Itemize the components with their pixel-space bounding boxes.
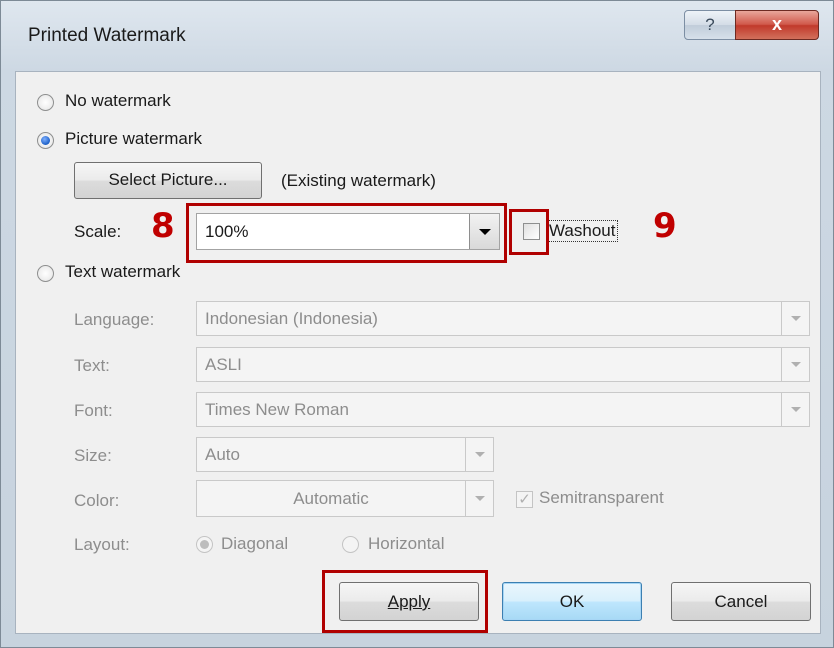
color-dropdown[interactable]: Automatic [196,480,494,517]
dialog-title: Printed Watermark [28,25,186,46]
picture-watermark-label[interactable]: Picture watermark [65,129,202,149]
existing-watermark-label: (Existing watermark) [281,171,436,190]
washout-highlight-box [509,209,549,255]
chevron-down-icon [465,438,493,471]
no-watermark-label[interactable]: No watermark [65,91,171,111]
text-value: ASLI [205,355,242,374]
language-value: Indonesian (Indonesia) [205,309,378,328]
washout-label[interactable]: Washout [546,220,619,242]
layout-horizontal-label[interactable]: Horizontal [368,534,445,554]
layout-horizontal-radio[interactable] [342,536,359,553]
size-label: Size: [74,446,112,465]
ok-label: OK [559,592,585,611]
help-icon: ? [705,15,715,34]
layout-label: Layout: [74,535,130,554]
font-label: Font: [74,401,113,420]
layout-diagonal-label[interactable]: Diagonal [221,534,288,554]
layout-diagonal-radio[interactable] [196,536,213,553]
size-value: Auto [205,445,240,464]
close-button[interactable]: x [735,10,819,40]
semitransparent-label[interactable]: Semitransparent [539,488,664,508]
semitransparent-checkbox[interactable]: ✓ [516,491,533,508]
apply-highlight-box [322,570,488,633]
annotation-marker-9: 9 [653,206,677,246]
text-dropdown[interactable]: ASLI [196,347,810,382]
ok-button[interactable]: OK [502,582,642,621]
text-label: Text: [74,356,110,375]
language-label: Language: [74,310,155,329]
color-label: Color: [74,491,120,510]
close-icon: x [771,14,782,34]
annotation-marker-8: 8 [151,206,175,246]
printed-watermark-dialog: Printed Watermark ? x No watermark Pictu… [0,0,834,648]
language-dropdown[interactable]: Indonesian (Indonesia) [196,301,810,336]
text-watermark-label[interactable]: Text watermark [65,262,180,282]
size-dropdown[interactable]: Auto [196,437,494,472]
color-value: Automatic [293,489,369,508]
scale-label: Scale: [74,222,122,241]
picture-watermark-radio[interactable] [37,132,54,149]
chevron-down-icon [781,302,809,335]
help-button[interactable]: ? [684,10,736,40]
chevron-down-icon [781,393,809,426]
text-watermark-radio[interactable] [37,265,54,282]
title-bar: Printed Watermark ? x [1,1,834,71]
chevron-down-icon [781,348,809,381]
cancel-label: Cancel [714,592,768,611]
no-watermark-radio[interactable] [37,94,54,111]
scale-highlight-box [186,203,507,263]
font-dropdown[interactable]: Times New Roman [196,392,810,427]
font-value: Times New Roman [205,400,349,419]
select-picture-label: Select Picture... [108,170,228,189]
chevron-down-icon [465,481,493,516]
cancel-button[interactable]: Cancel [671,582,811,621]
dialog-content: No watermark Picture watermark Select Pi… [15,71,821,634]
select-picture-button[interactable]: Select Picture... [74,162,262,199]
